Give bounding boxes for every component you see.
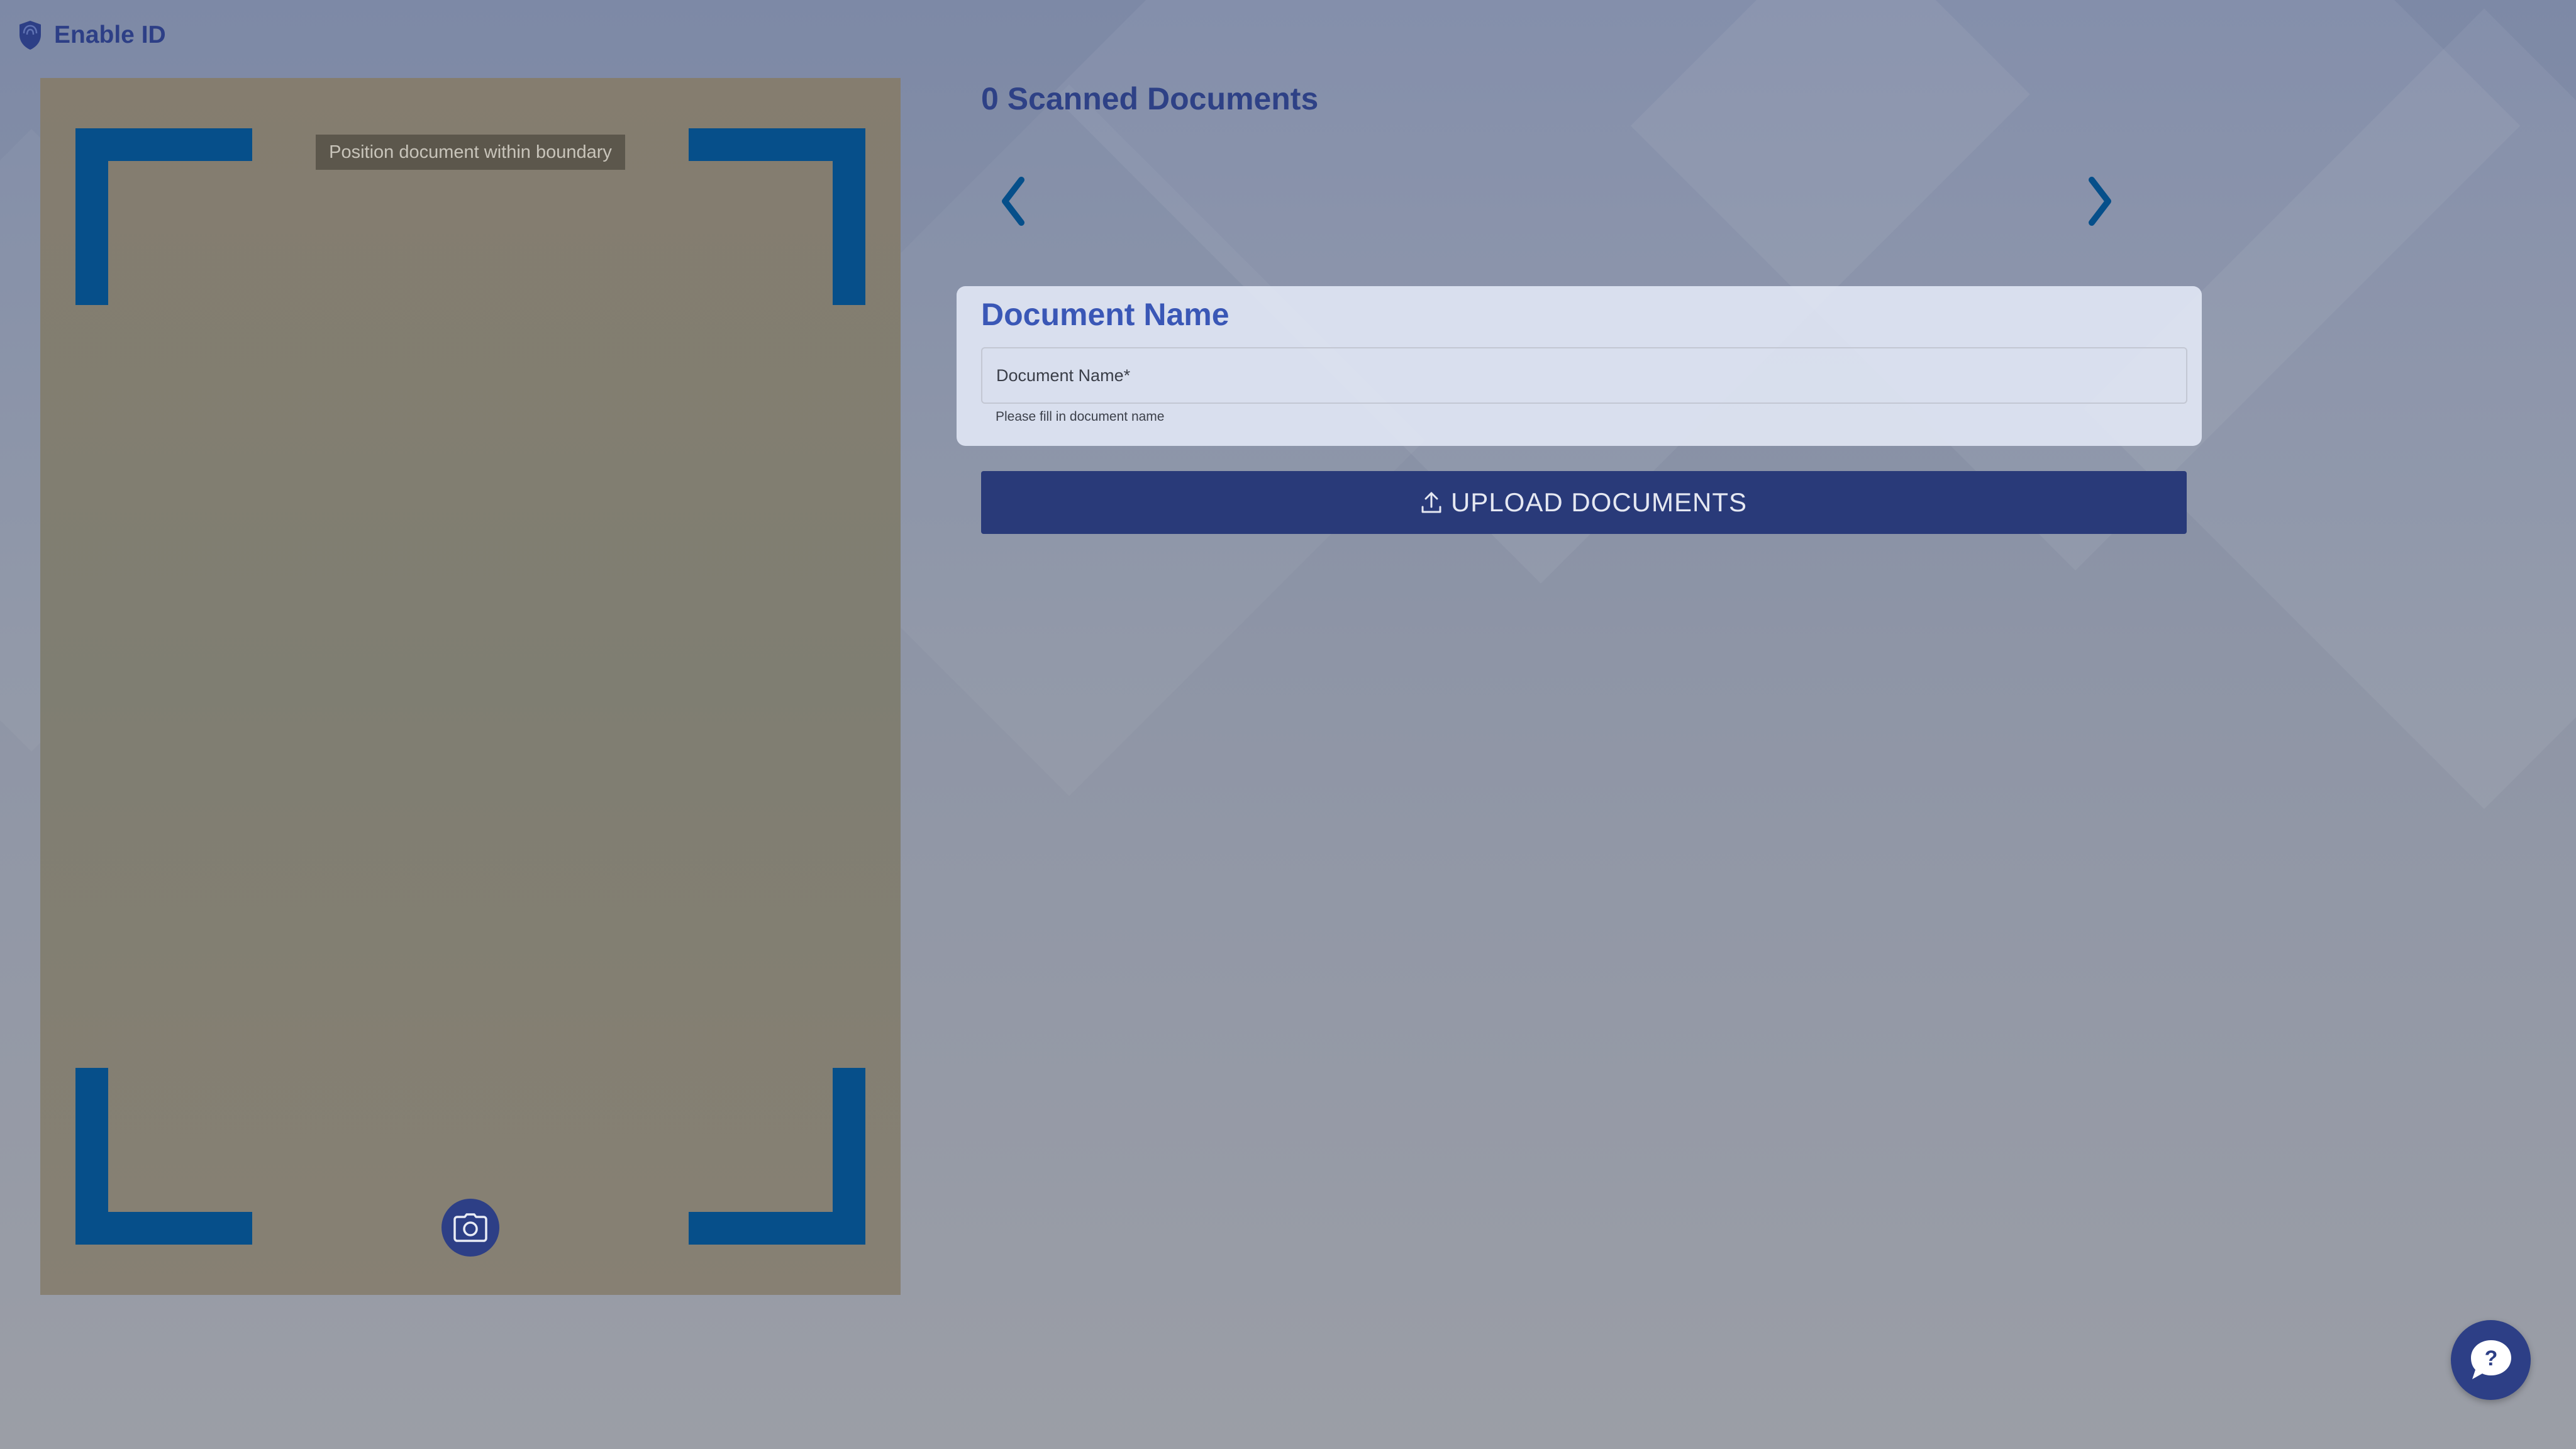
position-hint: Position document within boundary bbox=[316, 135, 625, 170]
document-name-card: Document Name Document Name* Please fill… bbox=[957, 286, 2202, 446]
upload-icon bbox=[1421, 492, 1441, 513]
upload-documents-label: UPLOAD DOCUMENTS bbox=[1450, 487, 1748, 517]
boundary-corner-bottom-left bbox=[75, 1068, 252, 1245]
help-chat-button[interactable]: ? bbox=[2451, 1320, 2531, 1400]
scanned-documents-title: 0 Scanned Documents bbox=[981, 81, 1319, 116]
capture-button[interactable] bbox=[441, 1199, 499, 1257]
document-name-helper: Please fill in document name bbox=[996, 409, 1165, 424]
svg-text:?: ? bbox=[2484, 1346, 2497, 1370]
boundary-corner-top-right bbox=[689, 128, 865, 305]
boundary-corner-top-left bbox=[75, 128, 252, 305]
previous-document-button[interactable] bbox=[985, 170, 1041, 233]
document-name-field[interactable]: Document Name* bbox=[981, 347, 2187, 404]
app-header: Enable ID bbox=[18, 15, 166, 55]
camera-viewfinder: Position document within boundary bbox=[40, 78, 901, 1295]
shield-icon bbox=[19, 21, 41, 50]
next-document-button[interactable] bbox=[2072, 170, 2128, 233]
help-chat-icon: ? bbox=[2470, 1340, 2511, 1379]
chevron-left-icon bbox=[1002, 177, 1024, 226]
boundary-corner-bottom-right bbox=[689, 1068, 865, 1245]
camera-icon bbox=[453, 1213, 487, 1242]
app-title: Enable ID bbox=[54, 21, 166, 48]
upload-documents-button[interactable]: UPLOAD DOCUMENTS bbox=[981, 471, 2187, 534]
chevron-right-icon bbox=[2089, 177, 2111, 226]
document-name-input[interactable] bbox=[982, 348, 2186, 402]
document-name-heading: Document Name bbox=[981, 297, 1230, 332]
